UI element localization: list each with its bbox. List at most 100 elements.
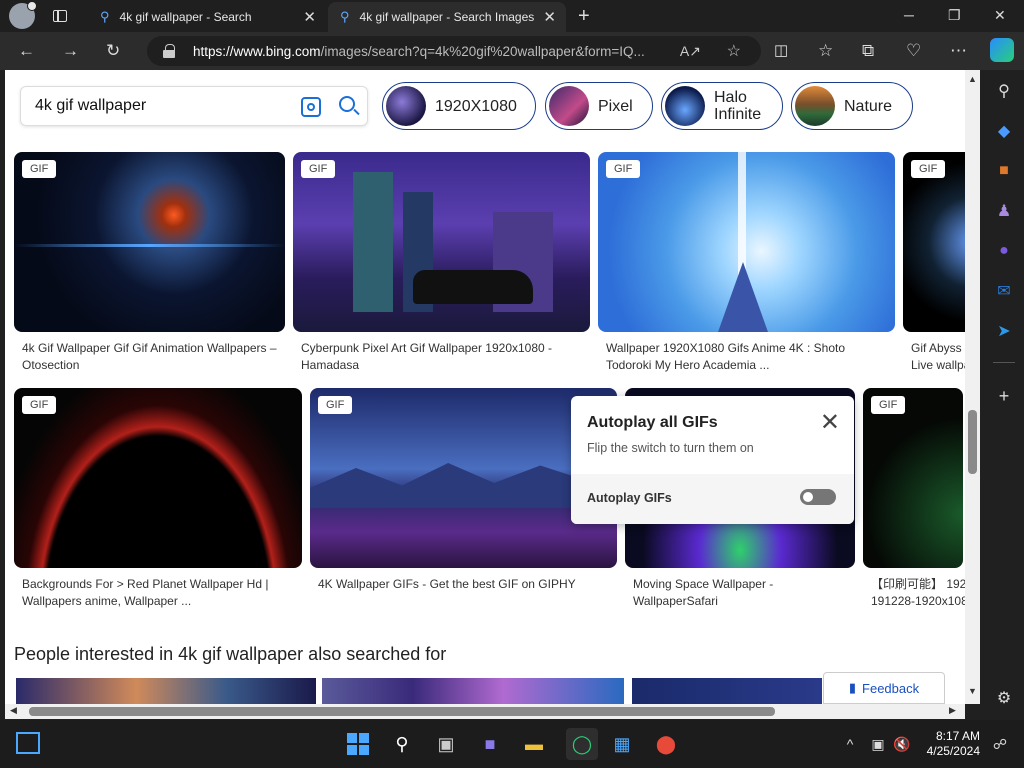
related-image[interactable] bbox=[632, 678, 822, 704]
tab-search-images[interactable]: ⚲ 4k gif wallpaper - Search Images ✕ bbox=[328, 2, 566, 32]
scroll-left-icon[interactable]: ◀ bbox=[10, 705, 17, 716]
clock[interactable]: 8:17 AM 4/25/2024 bbox=[927, 729, 980, 759]
result-caption[interactable]: Cyberpunk Pixel Art Gif Wallpaper 1920x1… bbox=[301, 340, 591, 374]
gif-badge: GIF bbox=[22, 160, 57, 178]
outlook-icon[interactable]: ✉ bbox=[993, 280, 1015, 302]
result-image[interactable]: GIF bbox=[14, 152, 285, 332]
edge-icon[interactable]: ◯ bbox=[566, 728, 598, 760]
result-image[interactable]: GIF bbox=[293, 152, 590, 332]
tag-icon[interactable]: ◆ bbox=[993, 120, 1015, 142]
vertical-scrollbar[interactable]: ▲ ▼ bbox=[965, 70, 980, 704]
result-caption[interactable]: 4K Wallpaper GIFs - Get the best GIF on … bbox=[318, 576, 618, 593]
chip-label: Pixel bbox=[598, 97, 633, 115]
copilot-sidebar-icon[interactable]: ● bbox=[993, 240, 1015, 262]
volume-muted-icon[interactable]: 🔇 bbox=[890, 732, 914, 756]
related-image[interactable] bbox=[322, 678, 624, 704]
chip-1920x1080[interactable]: 1920X1080 bbox=[382, 82, 536, 130]
vertical-scroll-thumb[interactable] bbox=[968, 410, 977, 474]
tab-actions-icon[interactable] bbox=[53, 10, 67, 22]
horizontal-scroll-thumb[interactable] bbox=[29, 707, 775, 716]
back-icon[interactable]: ← bbox=[18, 41, 35, 61]
address-bar[interactable]: https://www.bing.com/images/search?q=4k%… bbox=[147, 36, 761, 66]
tab-close-icon[interactable]: ✕ bbox=[303, 8, 316, 26]
result-image[interactable]: GIF bbox=[903, 152, 965, 332]
games-icon[interactable]: ♟ bbox=[993, 200, 1015, 222]
gif-badge: GIF bbox=[606, 160, 641, 178]
store-icon[interactable]: ▦ bbox=[610, 732, 634, 756]
teams-icon[interactable]: ■ bbox=[478, 732, 502, 756]
result-caption[interactable]: Backgrounds For > Red Planet Wallpaper H… bbox=[22, 576, 302, 610]
result-card[interactable]: GIF Cyberpunk Pixel Art Gif Wallpaper 19… bbox=[293, 152, 590, 372]
chip-nature[interactable]: Nature bbox=[791, 82, 913, 130]
result-caption[interactable]: Moving Space Wallpaper - WallpaperSafari bbox=[633, 576, 855, 610]
result-card[interactable]: GIF Backgrounds For > Red Planet Wallpap… bbox=[14, 388, 302, 612]
result-card[interactable]: GIF Wallpaper 1920X1080 Gifs Anime 4K : … bbox=[598, 152, 895, 372]
notification-icon[interactable]: ☍ bbox=[988, 732, 1012, 756]
result-caption[interactable]: Gif Abyss Live wallpa bbox=[911, 340, 965, 374]
autoplay-row: Autoplay GIFs bbox=[571, 474, 854, 524]
search-icon[interactable]: ⚲ bbox=[993, 80, 1015, 102]
chip-thumbnail bbox=[549, 86, 589, 126]
result-caption[interactable]: 【印刷可能】 192 191228-1920x108 bbox=[871, 576, 965, 610]
horizontal-scrollbar[interactable]: ◀ ▶ bbox=[5, 704, 965, 719]
popup-subtitle: Flip the switch to turn them on bbox=[587, 441, 754, 455]
send-icon[interactable]: ➤ bbox=[993, 320, 1015, 342]
result-image[interactable]: GIF bbox=[14, 388, 302, 568]
settings-gear-icon[interactable]: ⚙ bbox=[993, 687, 1015, 709]
tab-close-icon[interactable]: ✕ bbox=[543, 8, 556, 26]
chip-thumbnail bbox=[665, 86, 705, 126]
result-image[interactable]: GIF bbox=[863, 388, 963, 568]
scroll-right-icon[interactable]: ▶ bbox=[949, 705, 956, 716]
favorites-icon[interactable]: ☆ bbox=[818, 41, 833, 61]
autoplay-popup: Autoplay all GIFs Flip the switch to tur… bbox=[571, 396, 854, 524]
chrome-icon[interactable]: ⬤ bbox=[654, 732, 678, 756]
result-caption[interactable]: Wallpaper 1920X1080 Gifs Anime 4K : Shot… bbox=[606, 340, 896, 374]
forward-icon[interactable]: → bbox=[62, 41, 79, 61]
scroll-down-icon[interactable]: ▼ bbox=[968, 686, 977, 696]
visual-search-icon[interactable] bbox=[301, 97, 321, 117]
windows-start-icon[interactable] bbox=[346, 732, 370, 756]
result-image[interactable]: GIF bbox=[598, 152, 895, 332]
chip-halo-infinite[interactable]: Halo Infinite bbox=[661, 82, 783, 130]
split-screen-icon[interactable]: ◫ bbox=[774, 41, 788, 59]
task-switch-icon[interactable]: ▣ bbox=[434, 732, 458, 756]
feedback-button[interactable]: ▮ Feedback bbox=[823, 672, 945, 704]
add-icon[interactable]: + bbox=[993, 385, 1015, 407]
close-window-icon[interactable]: ✕ bbox=[994, 7, 1006, 24]
result-caption[interactable]: 4k Gif Wallpaper Gif Gif Animation Wallp… bbox=[22, 340, 284, 374]
copilot-icon[interactable] bbox=[990, 38, 1014, 62]
search-box[interactable]: 4k gif wallpaper bbox=[20, 86, 368, 126]
result-card[interactable]: GIF 【印刷可能】 192 191228-1920x108 bbox=[863, 388, 965, 612]
result-card[interactable]: GIF Gif Abyss Live wallpa bbox=[903, 152, 965, 372]
read-aloud-icon[interactable]: A↗ bbox=[680, 43, 701, 60]
network-icon[interactable]: ▣ bbox=[866, 732, 890, 756]
lock-icon[interactable] bbox=[163, 44, 175, 58]
autoplay-toggle[interactable] bbox=[800, 489, 836, 505]
minimize-icon[interactable]: ─ bbox=[904, 7, 914, 23]
taskbar: ⚲ ▣ ■ ▬ ◯ ▦ ⬤ ^ ▣ 🔇 8:17 AM 4/25/2024 ☍ bbox=[0, 720, 1024, 768]
taskbar-search-icon[interactable]: ⚲ bbox=[390, 732, 414, 756]
restore-icon[interactable]: ❐ bbox=[948, 7, 961, 24]
close-icon[interactable]: ✕ bbox=[820, 408, 840, 437]
task-view-icon[interactable] bbox=[16, 732, 40, 754]
profile-avatar[interactable] bbox=[9, 1, 37, 29]
performance-icon[interactable]: ♡ bbox=[906, 41, 921, 61]
tray-chevron-up-icon[interactable]: ^ bbox=[838, 732, 862, 756]
scroll-up-icon[interactable]: ▲ bbox=[968, 74, 977, 84]
tools-icon[interactable]: ■ bbox=[993, 160, 1015, 182]
search-input[interactable]: 4k gif wallpaper bbox=[35, 97, 146, 115]
sidebar-divider bbox=[993, 362, 1015, 363]
gif-badge: GIF bbox=[22, 396, 57, 414]
new-tab-button[interactable]: + bbox=[578, 5, 590, 28]
search-icon[interactable] bbox=[339, 96, 355, 112]
result-card[interactable]: GIF 4k Gif Wallpaper Gif Gif Animation W… bbox=[14, 152, 285, 372]
file-explorer-icon[interactable]: ▬ bbox=[522, 732, 546, 756]
chip-pixel[interactable]: Pixel bbox=[545, 82, 653, 130]
collections-icon[interactable]: ⧉ bbox=[862, 41, 874, 61]
favorite-star-icon[interactable]: ☆ bbox=[727, 41, 741, 61]
tab-title: 4k gif wallpaper - Search Images bbox=[359, 10, 535, 24]
refresh-icon[interactable]: ↻ bbox=[106, 41, 120, 61]
tab-search[interactable]: ⚲ 4k gif wallpaper - Search ✕ bbox=[88, 2, 326, 32]
related-image[interactable] bbox=[16, 678, 316, 704]
more-menu-icon[interactable]: ⋯ bbox=[950, 41, 967, 61]
